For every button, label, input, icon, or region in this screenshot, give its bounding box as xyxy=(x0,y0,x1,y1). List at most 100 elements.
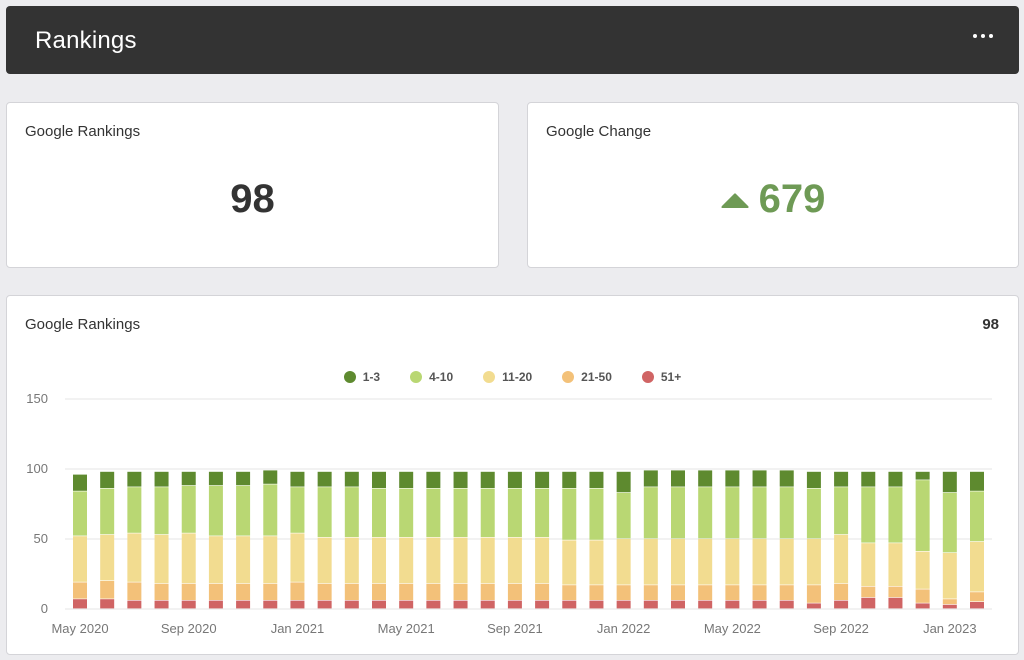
bar-segment-21-50[interactable] xyxy=(73,582,87,599)
bar-segment-11-20[interactable] xyxy=(73,536,87,582)
bar-segment-21-50[interactable] xyxy=(507,583,522,600)
bar-segment-11-20[interactable] xyxy=(589,540,604,585)
bar-segment-11-20[interactable] xyxy=(942,553,957,599)
bar-segment-4-10[interactable] xyxy=(752,487,767,539)
bar-segment-51-plus[interactable] xyxy=(426,600,441,609)
bar-segment-51-plus[interactable] xyxy=(236,600,251,609)
bar-segment-21-50[interactable] xyxy=(888,586,903,598)
bar-segment-51-plus[interactable] xyxy=(915,603,930,609)
bar-segment-11-20[interactable] xyxy=(399,537,414,584)
bar-segment-4-10[interactable] xyxy=(589,488,604,540)
bar-segment-21-50[interactable] xyxy=(317,583,332,600)
bar-segment-21-50[interactable] xyxy=(154,583,169,600)
bar-segment-21-50[interactable] xyxy=(290,582,305,600)
bar-segment-4-10[interactable] xyxy=(616,492,631,539)
bar-segment-21-50[interactable] xyxy=(834,583,849,600)
bar-segment-21-50[interactable] xyxy=(643,585,658,600)
bar-segment-4-10[interactable] xyxy=(970,491,984,542)
bar-segment-4-10[interactable] xyxy=(834,487,849,535)
bar-segment-21-50[interactable] xyxy=(399,583,414,600)
bar-segment-1-3[interactable] xyxy=(344,471,359,487)
bar-segment-11-20[interactable] xyxy=(507,537,522,584)
bar-segment-1-3[interactable] xyxy=(372,471,386,488)
bar-segment-51-plus[interactable] xyxy=(208,600,223,609)
bar-segment-21-50[interactable] xyxy=(616,585,631,600)
bar-segment-4-10[interactable] xyxy=(127,487,142,533)
bar-segment-11-20[interactable] xyxy=(317,537,332,584)
bar-segment-4-10[interactable] xyxy=(671,487,685,539)
bar-segment-4-10[interactable] xyxy=(453,488,468,537)
bar-segment-1-3[interactable] xyxy=(100,471,115,488)
bar-segment-1-3[interactable] xyxy=(263,470,278,484)
bar-segment-51-plus[interactable] xyxy=(942,604,957,609)
bar-segment-11-20[interactable] xyxy=(208,536,223,584)
bar-segment-51-plus[interactable] xyxy=(671,600,685,609)
bar-segment-11-20[interactable] xyxy=(372,537,386,584)
bar-segment-1-3[interactable] xyxy=(616,471,631,493)
bar-segment-51-plus[interactable] xyxy=(453,600,468,609)
bar-segment-51-plus[interactable] xyxy=(589,600,604,609)
bar-segment-4-10[interactable] xyxy=(507,488,522,537)
bar-segment-1-3[interactable] xyxy=(453,471,468,488)
bar-segment-51-plus[interactable] xyxy=(344,600,359,609)
bar-segment-1-3[interactable] xyxy=(399,471,414,488)
bar-segment-1-3[interactable] xyxy=(779,470,794,487)
bar-segment-51-plus[interactable] xyxy=(806,603,821,609)
bar-segment-1-3[interactable] xyxy=(643,470,658,487)
bar-segment-21-50[interactable] xyxy=(915,589,930,603)
bar-segment-4-10[interactable] xyxy=(208,485,223,536)
bar-segment-4-10[interactable] xyxy=(861,487,876,543)
bar-segment-11-20[interactable] xyxy=(671,539,685,585)
bar-segment-21-50[interactable] xyxy=(942,599,957,605)
bar-segment-51-plus[interactable] xyxy=(698,600,713,609)
bar-segment-1-3[interactable] xyxy=(698,470,713,487)
bar-segment-51-plus[interactable] xyxy=(181,600,196,609)
bar-segment-21-50[interactable] xyxy=(426,583,441,600)
bar-segment-1-3[interactable] xyxy=(589,471,604,488)
bar-segment-4-10[interactable] xyxy=(73,491,87,536)
bar-segment-11-20[interactable] xyxy=(806,539,821,585)
bar-segment-51-plus[interactable] xyxy=(127,600,142,609)
bar-segment-1-3[interactable] xyxy=(725,470,740,487)
bar-segment-21-50[interactable] xyxy=(671,585,685,600)
bar-segment-11-20[interactable] xyxy=(100,534,115,581)
bar-segment-4-10[interactable] xyxy=(888,487,903,543)
bar-segment-11-20[interactable] xyxy=(970,541,984,592)
more-horizontal-icon[interactable] xyxy=(973,26,993,46)
bar-segment-1-3[interactable] xyxy=(426,471,441,488)
bar-segment-1-3[interactable] xyxy=(236,471,251,486)
bar-segment-4-10[interactable] xyxy=(915,480,930,551)
bar-segment-51-plus[interactable] xyxy=(73,599,87,609)
bar-segment-21-50[interactable] xyxy=(181,583,196,600)
bar-segment-1-3[interactable] xyxy=(806,471,821,488)
bar-segment-21-50[interactable] xyxy=(725,585,740,600)
bar-segment-4-10[interactable] xyxy=(562,488,577,540)
bar-segment-11-20[interactable] xyxy=(616,539,631,585)
bar-segment-11-20[interactable] xyxy=(290,533,305,582)
bar-segment-21-50[interactable] xyxy=(236,583,251,600)
bar-segment-1-3[interactable] xyxy=(562,471,577,488)
bar-segment-21-50[interactable] xyxy=(861,586,876,598)
bar-segment-1-3[interactable] xyxy=(480,471,495,488)
bar-segment-4-10[interactable] xyxy=(725,487,740,539)
bar-segment-21-50[interactable] xyxy=(752,585,767,600)
bar-segment-21-50[interactable] xyxy=(698,585,713,600)
bar-segment-4-10[interactable] xyxy=(480,488,495,537)
bar-segment-21-50[interactable] xyxy=(806,585,821,603)
bar-segment-11-20[interactable] xyxy=(779,539,794,585)
bar-segment-4-10[interactable] xyxy=(942,492,957,553)
bar-segment-51-plus[interactable] xyxy=(861,597,876,609)
bar-segment-21-50[interactable] xyxy=(562,585,577,600)
bar-segment-21-50[interactable] xyxy=(589,585,604,600)
bar-segment-4-10[interactable] xyxy=(290,487,305,533)
bar-segment-1-3[interactable] xyxy=(154,471,169,487)
bar-segment-4-10[interactable] xyxy=(344,487,359,537)
bar-segment-4-10[interactable] xyxy=(698,487,713,539)
bar-segment-4-10[interactable] xyxy=(426,488,441,537)
bar-segment-11-20[interactable] xyxy=(426,537,441,584)
bar-segment-51-plus[interactable] xyxy=(154,600,169,609)
bar-segment-1-3[interactable] xyxy=(507,471,522,488)
bar-segment-1-3[interactable] xyxy=(888,471,903,487)
bar-segment-1-3[interactable] xyxy=(671,470,685,487)
bar-segment-4-10[interactable] xyxy=(806,488,821,539)
